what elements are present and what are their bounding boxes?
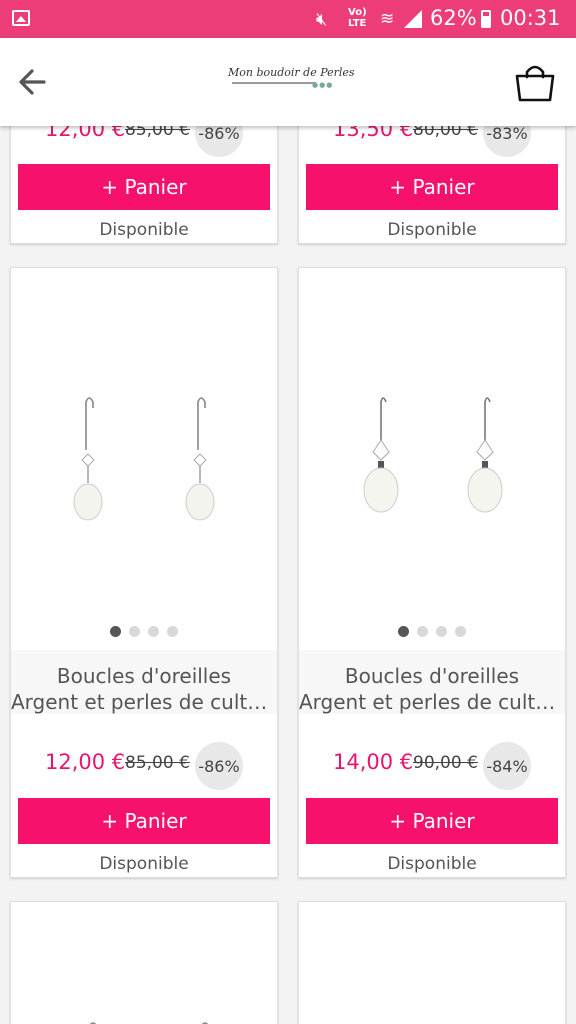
clock: 00:31 [500,6,561,30]
price: 12,00 € [45,750,126,774]
product-card[interactable] [10,901,278,1024]
volte-line1: Vo) [348,7,367,18]
logo-beads-decoration: ●●● [312,81,334,89]
product-card[interactable]: 12,00 € 85,00 € -86% + Panier Disponible [10,126,278,244]
carousel-dot[interactable] [417,626,428,637]
product-card[interactable]: 13,50 € 80,00 € -83% + Panier Disponible [298,126,566,244]
product-title-line2: Argent et perles de cultu… [299,690,565,714]
product-grid: 12,00 € 85,00 € -86% + Panier Disponible… [0,126,576,1024]
product-card[interactable]: Boucles d'oreilles Argent et perles de c… [10,267,278,878]
carousel-dot[interactable] [436,626,447,637]
carousel-dot[interactable] [398,626,409,637]
discount-badge: -86% [195,126,243,157]
carousel-dot[interactable] [455,626,466,637]
price-row: 14,00 € 90,00 € -84% [299,742,565,790]
availability-status: Disponible [387,854,477,874]
product-card[interactable]: Boucles d'oreilles Argent et perles de c… [298,267,566,878]
earrings-image [73,397,215,521]
add-to-cart-button[interactable]: + Panier [306,798,558,844]
price: 12,00 € [45,126,126,141]
price: 14,00 € [333,750,414,774]
product-image [89,1022,209,1024]
image-notification-icon [12,10,30,26]
old-price: 85,00 € [125,126,190,140]
add-to-cart-button[interactable]: + Panier [18,798,270,844]
battery-icon [481,10,491,28]
discount-badge: -83% [483,126,531,157]
app-bar: Mon boudoir de Perles ●●● [0,38,576,126]
price-row: 12,00 € 85,00 € -86% [11,742,277,790]
signal-icon [404,10,422,28]
add-to-cart-button[interactable]: + Panier [18,164,270,210]
product-title-line1: Boucles d'oreilles [344,664,520,688]
volte-indicator: Vo) LTE [348,7,367,29]
carousel-indicator[interactable] [11,622,277,641]
product-image [299,902,565,1024]
old-price: 85,00 € [125,753,190,773]
back-arrow-icon [19,69,46,95]
product-card[interactable] [298,901,566,1024]
earrings-image [363,397,503,513]
carousel-dot[interactable] [129,626,140,637]
cart-button[interactable] [512,60,558,106]
product-title[interactable]: Boucles d'oreilles Argent et perles de c… [11,650,277,714]
product-image[interactable] [11,268,277,650]
logo-text: Mon boudoir de Perles [228,66,355,79]
volte-line2: LTE [348,18,367,29]
availability-status: Disponible [99,854,189,874]
old-price: 80,00 € [413,126,478,140]
discount-badge: -86% [195,742,243,790]
brand-logo[interactable]: Mon boudoir de Perles ●●● [228,66,355,102]
discount-badge: -84% [483,742,531,790]
carousel-dot[interactable] [148,626,159,637]
price-row: 12,00 € 85,00 € -86% [11,126,277,157]
back-button[interactable] [14,62,54,102]
product-title-line1: Boucles d'oreilles [56,664,232,688]
price-row: 13,50 € 80,00 € -83% [299,126,565,157]
carousel-indicator[interactable] [299,622,565,641]
carousel-dot[interactable] [110,626,121,637]
availability-status: Disponible [99,220,189,240]
shopping-bag-icon [515,65,555,102]
add-to-cart-button[interactable]: + Panier [306,164,558,210]
wifi-icon: ≋ [380,9,395,29]
mute-icon: 🔇︎ [316,9,328,30]
logo-tagline-decoration [232,82,316,84]
product-title-line2: Argent et perles de cultu… [11,690,277,714]
battery-percent: 62% [430,6,477,30]
carousel-dot[interactable] [167,626,178,637]
status-bar: 🔇︎ Vo) LTE ≋ 62% 00:31 [0,0,576,38]
product-title[interactable]: Boucles d'oreilles Argent et perles de c… [299,650,565,714]
old-price: 90,00 € [413,753,478,773]
availability-status: Disponible [387,220,477,240]
product-image[interactable] [299,268,565,650]
price: 13,50 € [333,126,414,141]
